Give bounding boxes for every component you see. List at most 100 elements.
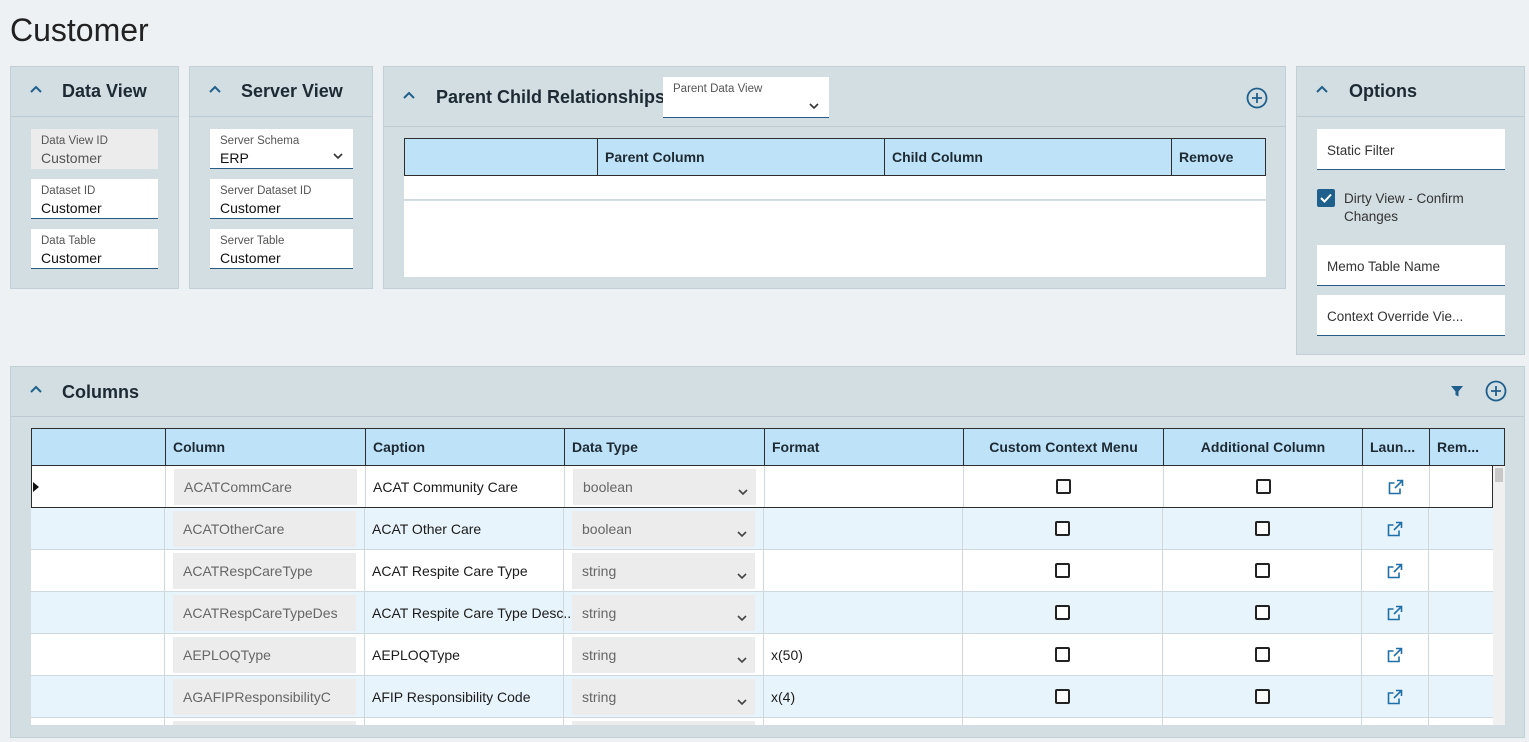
remove-cell[interactable] (1428, 634, 1493, 675)
open-external-icon[interactable] (1387, 647, 1403, 663)
collapse-chevron-up-icon[interactable] (402, 89, 418, 105)
remove-cell[interactable] (1428, 550, 1493, 591)
add-circle-icon[interactable] (1485, 380, 1507, 407)
table-row[interactable]: ACATRespCareTypeDes ACAT Respite Care Ty… (31, 592, 1493, 634)
data-table-field[interactable]: Data Table Customer (31, 229, 158, 269)
data-type-cell[interactable]: boolean (563, 508, 763, 549)
table-row[interactable]: ACATOtherCare ACAT Other Care boolean (31, 508, 1493, 550)
row-selector-cell[interactable] (31, 718, 164, 725)
format-cell[interactable] (763, 718, 962, 725)
caption-cell[interactable]: ACAT Community Care (365, 466, 564, 507)
data-type-select[interactable]: string (572, 595, 755, 631)
open-external-icon[interactable] (1387, 521, 1403, 537)
filter-icon[interactable] (1450, 384, 1464, 403)
format-cell[interactable]: x(4) (763, 676, 962, 717)
memo-table-name-input[interactable]: Memo Table Name (1317, 245, 1505, 286)
open-external-icon[interactable] (1387, 563, 1403, 579)
column-header-launch[interactable]: Laun... (1362, 429, 1429, 465)
dirty-view-checkbox[interactable] (1317, 189, 1335, 207)
remove-cell[interactable] (1429, 466, 1494, 507)
collapse-chevron-up-icon[interactable] (208, 83, 224, 99)
additional-column-checkbox[interactable] (1255, 479, 1271, 494)
collapse-chevron-up-icon[interactable] (1315, 83, 1331, 99)
table-row[interactable] (31, 718, 1493, 725)
context-override-input[interactable]: Context Override Vie... (1317, 295, 1505, 336)
remove-cell[interactable] (1428, 508, 1493, 549)
row-selector-cell[interactable] (31, 676, 164, 717)
data-type-select[interactable] (572, 721, 755, 725)
data-type-select[interactable]: string (572, 679, 755, 715)
server-table-field[interactable]: Server Table Customer (210, 229, 353, 269)
data-type-select[interactable]: boolean (573, 469, 756, 505)
format-cell[interactable] (763, 592, 962, 633)
data-type-select[interactable]: boolean (572, 511, 755, 547)
row-selector-cell[interactable] (31, 508, 164, 549)
open-external-icon[interactable] (1388, 479, 1404, 495)
custom-context-menu-checkbox[interactable] (1055, 521, 1070, 536)
chevron-down-icon[interactable] (809, 97, 819, 115)
row-selector-cell[interactable] (31, 634, 164, 675)
column-header-format[interactable]: Format (764, 429, 963, 465)
caption-cell[interactable]: ACAT Respite Care Type (364, 550, 563, 591)
additional-column-checkbox[interactable] (1254, 647, 1270, 662)
row-selector-cell[interactable] (31, 550, 164, 591)
static-filter-input[interactable]: Static Filter (1317, 129, 1505, 170)
additional-column-checkbox[interactable] (1254, 521, 1270, 536)
column-header-column[interactable]: Column (165, 429, 365, 465)
server-schema-select[interactable]: Server Schema ERP (210, 129, 353, 169)
caption-cell[interactable]: AEPLOQType (364, 634, 563, 675)
additional-column-checkbox[interactable] (1254, 605, 1270, 620)
remove-cell[interactable] (1428, 592, 1493, 633)
column-header-additional-column[interactable]: Additional Column (1163, 429, 1362, 465)
remove-cell[interactable] (1428, 718, 1493, 725)
format-cell[interactable]: x(50) (763, 634, 962, 675)
caption-cell[interactable]: AFIP Responsibility Code (364, 676, 563, 717)
data-type-cell[interactable]: string (563, 634, 763, 675)
column-header-remove[interactable]: Rem... (1429, 429, 1494, 465)
collapse-chevron-up-icon[interactable] (29, 83, 45, 99)
column-header-custom-context-menu[interactable]: Custom Context Menu (963, 429, 1163, 465)
parent-data-view-select[interactable]: Parent Data View (663, 77, 829, 118)
column-header-remove[interactable]: Remove (1171, 139, 1266, 175)
remove-cell[interactable] (1428, 676, 1493, 717)
scrollbar-thumb[interactable] (1495, 468, 1503, 482)
server-dataset-id-field[interactable]: Server Dataset ID Customer (210, 179, 353, 219)
vertical-scrollbar[interactable] (1493, 466, 1505, 725)
format-cell[interactable] (763, 550, 962, 591)
format-cell[interactable] (763, 508, 962, 549)
data-type-cell[interactable]: string (563, 592, 763, 633)
data-type-cell[interactable]: string (563, 676, 763, 717)
caption-cell[interactable] (364, 718, 563, 725)
open-external-icon[interactable] (1387, 605, 1403, 621)
custom-context-menu-checkbox[interactable] (1055, 689, 1070, 704)
row-selector-cell[interactable] (31, 592, 164, 633)
custom-context-menu-checkbox[interactable] (1055, 563, 1070, 578)
custom-context-menu-checkbox[interactable] (1055, 605, 1070, 620)
additional-column-checkbox[interactable] (1254, 563, 1270, 578)
column-header-parent-column[interactable]: Parent Column (597, 139, 884, 175)
format-cell[interactable] (764, 466, 963, 507)
row-selector-cell[interactable] (32, 466, 165, 507)
collapse-chevron-up-icon[interactable] (29, 383, 45, 399)
caption-cell[interactable]: ACAT Respite Care Type Desc... (364, 592, 575, 633)
additional-column-checkbox[interactable] (1254, 689, 1270, 704)
table-row[interactable]: ACATCommCare ACAT Community Care boolean (31, 466, 1493, 508)
column-header-caption[interactable]: Caption (365, 429, 564, 465)
custom-context-menu-checkbox[interactable] (1055, 647, 1070, 662)
data-type-select[interactable]: string (572, 637, 755, 673)
table-row[interactable]: AGAFIPResponsibilityC AFIP Responsibilit… (31, 676, 1493, 718)
dataset-id-field[interactable]: Dataset ID Customer (31, 179, 158, 219)
open-external-icon[interactable] (1387, 689, 1403, 705)
data-type-cell[interactable] (563, 718, 763, 725)
column-header-data-type[interactable]: Data Type (564, 429, 764, 465)
add-circle-icon[interactable] (1246, 87, 1268, 114)
custom-context-menu-checkbox[interactable] (1056, 479, 1071, 494)
chevron-down-icon[interactable] (333, 147, 343, 165)
table-row[interactable]: ACATRespCareType ACAT Respite Care Type … (31, 550, 1493, 592)
caption-cell[interactable]: ACAT Other Care (364, 508, 563, 549)
table-row[interactable]: AEPLOQType AEPLOQType string x(50) (31, 634, 1493, 676)
data-type-cell[interactable]: string (563, 550, 763, 591)
column-header-child-column[interactable]: Child Column (884, 139, 1171, 175)
data-type-select[interactable]: string (572, 553, 755, 589)
data-type-cell[interactable]: boolean (564, 466, 764, 507)
